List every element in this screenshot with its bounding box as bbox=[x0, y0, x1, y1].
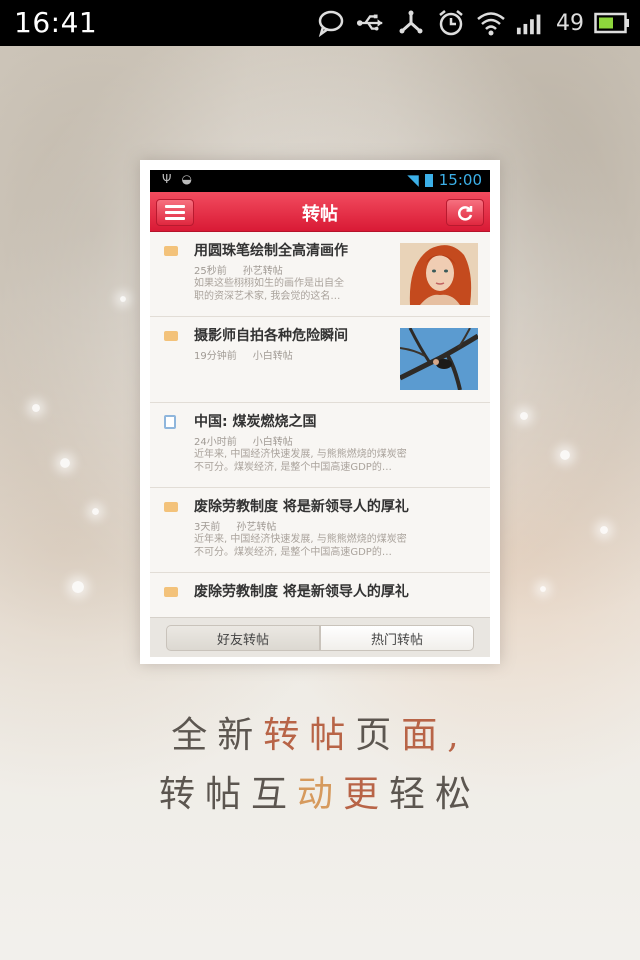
item-author: 小白转帖 bbox=[252, 351, 293, 362]
snow-sparkle bbox=[540, 586, 546, 592]
slogan-segment: 页 bbox=[355, 715, 402, 756]
snow-sparkle bbox=[120, 296, 126, 302]
item-time: 19分钟前 bbox=[194, 351, 237, 362]
android-icon: ◒ bbox=[181, 172, 192, 186]
battery-icon bbox=[594, 8, 630, 38]
article-icon bbox=[164, 331, 178, 341]
snow-sparkle bbox=[560, 450, 570, 460]
slogan-segment: 动 bbox=[296, 774, 343, 815]
wifi-icon bbox=[476, 8, 506, 38]
preview-status-time: 15:00 bbox=[438, 171, 482, 189]
item-meta: 3天前 孙艺转帖 bbox=[194, 518, 276, 533]
refresh-button[interactable] bbox=[446, 199, 484, 226]
slogan-segment: 更 bbox=[343, 774, 390, 815]
slogan-line-1: 全新转帖页面, bbox=[0, 706, 640, 758]
item-author: 小白转帖 bbox=[252, 437, 293, 448]
item-author: 孙艺转帖 bbox=[236, 522, 277, 533]
slogan-segment: 全新 bbox=[171, 715, 264, 756]
status-time: 16:41 bbox=[14, 6, 98, 39]
slogan-segment: 转帖 bbox=[158, 774, 251, 815]
app-preview-card: Ψ ◒ ◥ 15:00 转帖 用圆珠笔绘制全高清画作 25秒前 孙艺转帖 如果这… bbox=[140, 160, 500, 664]
item-desc-line: 如果这些栩栩如生的画作是出自全 bbox=[194, 278, 344, 289]
status-bar: 16:41 49 bbox=[0, 0, 640, 46]
item-time: 3天前 bbox=[194, 522, 221, 533]
snow-sparkle bbox=[600, 526, 608, 534]
slogan-segment: 轻 bbox=[389, 774, 436, 815]
alarm-icon bbox=[436, 8, 466, 38]
tab-hot-repost[interactable]: 热门转帖 bbox=[320, 625, 474, 651]
snow-sparkle bbox=[32, 404, 40, 412]
item-meta: 25秒前 孙艺转帖 bbox=[194, 262, 283, 277]
slogan-segment: 面, bbox=[401, 715, 469, 756]
usb-icon: Ψ bbox=[162, 172, 172, 186]
item-desc: 如果这些栩栩如生的画作是出自全 职的资深艺术家, 我会觉的这名… bbox=[194, 277, 384, 303]
signal-icon bbox=[516, 8, 546, 38]
chat-bubble-icon bbox=[316, 8, 346, 38]
wifi-icon: ◥ bbox=[407, 171, 419, 189]
snow-sparkle bbox=[520, 412, 528, 420]
item-author: 孙艺转帖 bbox=[242, 266, 283, 277]
slogan-segment: 松 bbox=[435, 774, 482, 815]
item-title: 中国: 煤炭燃烧之国 bbox=[194, 414, 317, 430]
slogan-segment: 转帖 bbox=[263, 715, 356, 756]
snow-sparkle bbox=[92, 508, 99, 515]
refresh-icon bbox=[457, 205, 473, 221]
preview-status-left: Ψ ◒ bbox=[162, 172, 192, 186]
app-preview-screen: Ψ ◒ ◥ 15:00 转帖 用圆珠笔绘制全高清画作 25秒前 孙艺转帖 如果这… bbox=[150, 170, 490, 657]
preview-title: 转帖 bbox=[302, 204, 338, 225]
item-time: 24小时前 bbox=[194, 437, 237, 448]
usb-icon bbox=[356, 8, 386, 38]
snow-sparkle bbox=[60, 458, 70, 468]
item-desc: 近年来, 中国经济快速发展, 与熊熊燃烧的煤炭密 不可分。煤炭经济, 是整个中国… bbox=[194, 533, 474, 559]
article-icon bbox=[164, 502, 178, 512]
list-item[interactable]: 中国: 煤炭燃烧之国 24小时前 小白转帖 近年来, 中国经济快速发展, 与熊熊燃… bbox=[150, 403, 490, 488]
portrait-image bbox=[400, 243, 478, 305]
item-title: 摄影师自拍各种危险瞬间 bbox=[194, 328, 348, 344]
snow-sparkle bbox=[72, 581, 84, 593]
status-icons: 49 bbox=[316, 6, 630, 40]
item-title: 用圆珠笔绘制全高清画作 bbox=[194, 243, 348, 259]
item-desc-line: 近年来, 中国经济快速发展, 与熊熊燃烧的煤炭密 bbox=[194, 534, 407, 545]
item-title: 废除劳教制度 将是新领导人的厚礼 bbox=[194, 499, 409, 515]
list-item[interactable]: 摄影师自拍各种危险瞬间 19分钟前 小白转帖 bbox=[150, 317, 490, 403]
repost-list: 用圆珠笔绘制全高清画作 25秒前 孙艺转帖 如果这些栩栩如生的画作是出自全 职的资… bbox=[150, 232, 490, 623]
tab-bar: 好友转帖 热门转帖 bbox=[150, 617, 490, 657]
battery-icon bbox=[424, 173, 433, 187]
item-meta: 24小时前 小白转帖 bbox=[194, 433, 293, 448]
tab-friends-repost[interactable]: 好友转帖 bbox=[166, 625, 320, 651]
item-meta: 19分钟前 小白转帖 bbox=[194, 347, 293, 362]
slogan-line-2: 转帖互动更轻松 bbox=[0, 765, 640, 817]
item-desc-line: 不可分。煤炭经济, 是整个中国高速GDP的… bbox=[194, 462, 392, 473]
item-desc: 近年来, 中国经济快速发展, 与熊熊燃烧的煤炭密 不可分。煤炭经济, 是整个中国… bbox=[194, 448, 474, 474]
preview-header: 转帖 bbox=[150, 192, 490, 232]
article-icon bbox=[164, 587, 178, 597]
debug-icon bbox=[396, 8, 426, 38]
list-item[interactable]: 用圆珠笔绘制全高清画作 25秒前 孙艺转帖 如果这些栩栩如生的画作是出自全 职的资… bbox=[150, 232, 490, 317]
preview-status-right: ◥ 15:00 bbox=[407, 171, 482, 189]
item-title: 废除劳教制度 将是新领导人的厚礼 bbox=[194, 584, 409, 600]
item-time: 25秒前 bbox=[194, 266, 227, 277]
tree-climber-image bbox=[398, 327, 480, 391]
document-icon bbox=[164, 415, 176, 429]
article-icon bbox=[164, 246, 178, 256]
battery-percent: 49 bbox=[556, 10, 584, 36]
preview-status-bar: Ψ ◒ ◥ 15:00 bbox=[150, 170, 490, 192]
list-item[interactable]: 废除劳教制度 将是新领导人的厚礼 bbox=[150, 573, 490, 623]
list-item[interactable]: 废除劳教制度 将是新领导人的厚礼 3天前 孙艺转帖 近年来, 中国经济快速发展, … bbox=[150, 488, 490, 573]
item-desc-line: 不可分。煤炭经济, 是整个中国高速GDP的… bbox=[194, 547, 392, 558]
item-desc-line: 近年来, 中国经济快速发展, 与熊熊燃烧的煤炭密 bbox=[194, 449, 407, 460]
slogan-segment: 互 bbox=[250, 774, 297, 815]
item-desc-line: 职的资深艺术家, 我会觉的这名… bbox=[194, 291, 341, 302]
